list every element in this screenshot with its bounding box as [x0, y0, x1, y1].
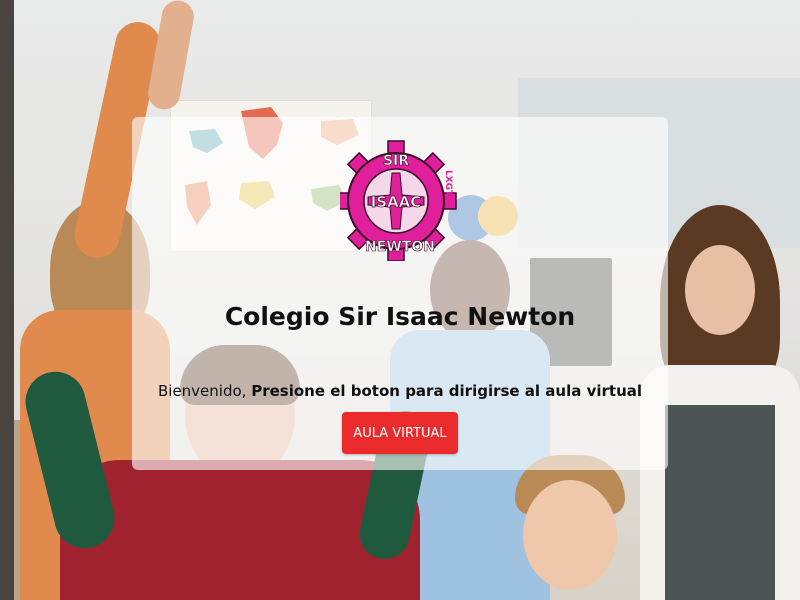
- logo-text-top: SIR: [383, 153, 409, 169]
- welcome-instruction: Presione el boton para dirigirse al aula…: [251, 382, 643, 400]
- aula-virtual-button[interactable]: AULA VIRTUAL: [342, 412, 458, 454]
- logo-text-middle: ISAAC: [371, 193, 422, 211]
- background-wall: [0, 0, 14, 600]
- student-bottom-right: [505, 455, 635, 600]
- welcome-message: Bienvenido, Presione el boton para dirig…: [132, 382, 668, 400]
- welcome-greeting: Bienvenido,: [157, 382, 247, 400]
- page-title: Colegio Sir Isaac Newton: [224, 302, 576, 331]
- logo-text-side: LXGT: [443, 170, 453, 197]
- school-logo-text: SIR ISAAC NEWTON LXGT: [365, 153, 453, 256]
- welcome-card: SIR ISAAC NEWTON LXGT Colegio Sir Isaac …: [132, 117, 668, 470]
- logo-text-bottom: NEWTON: [365, 239, 435, 255]
